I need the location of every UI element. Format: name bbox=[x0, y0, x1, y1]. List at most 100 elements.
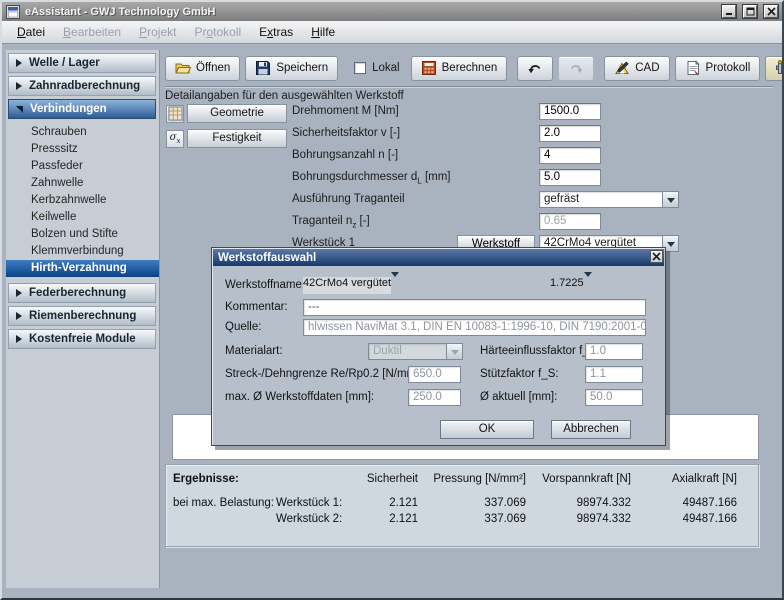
chevron-right-icon bbox=[16, 335, 22, 343]
calculate-button[interactable]: Berechnen bbox=[411, 56, 508, 81]
minimize-button[interactable] bbox=[722, 5, 736, 18]
tool-clamp-icon bbox=[775, 60, 784, 76]
row-label: bei max. Belastung: bbox=[173, 495, 276, 511]
support-factor-input: 1.1 bbox=[585, 366, 643, 383]
chevron-down-icon bbox=[446, 343, 463, 360]
undo-button[interactable] bbox=[517, 56, 553, 81]
material-type-select: Duktil bbox=[368, 343, 463, 360]
close-icon bbox=[767, 7, 776, 16]
safety-factor-input[interactable]: 2.0 bbox=[539, 125, 601, 142]
source-label: Quelle: bbox=[225, 321, 261, 333]
chevron-down-icon bbox=[16, 106, 23, 113]
actual-diameter-label: Ø aktuell [mm]: bbox=[480, 391, 557, 403]
cad-drawing-icon bbox=[614, 60, 630, 76]
sidebar-section-zahnradberechnung[interactable]: Zahnradberechnung bbox=[8, 76, 156, 96]
redo-button bbox=[558, 56, 594, 81]
comment-input[interactable]: --- bbox=[303, 299, 646, 316]
app-icon bbox=[6, 5, 20, 19]
hole-count-input[interactable]: 4 bbox=[539, 147, 601, 164]
chevron-down-icon[interactable] bbox=[662, 191, 679, 208]
material-name-select[interactable]: 42CrMo4 vergütet bbox=[303, 277, 535, 294]
col-sicherheit: Sicherheit bbox=[346, 471, 418, 487]
menu-projekt: Projekt bbox=[130, 22, 185, 42]
calculator-icon bbox=[421, 60, 437, 76]
toolbar: Öffnen Speichern Lokal Berechnen CAD bbox=[165, 55, 774, 81]
hardness-factor-input: 1.0 bbox=[585, 343, 643, 360]
comment-label: Kommentar: bbox=[225, 301, 288, 313]
ok-button[interactable]: OK bbox=[440, 420, 534, 439]
sidebar-item-klemmverbindung[interactable]: Klemmverbindung bbox=[6, 243, 159, 260]
open-button[interactable]: Öffnen bbox=[165, 56, 240, 81]
menu-bearbeiten: Bearbeiten bbox=[54, 22, 130, 42]
chevron-right-icon bbox=[16, 289, 22, 297]
hardness-factor-label: Härteeinflussfaktor f_H: bbox=[480, 345, 600, 357]
torque-label: Drehmoment M [Nm] bbox=[292, 105, 399, 117]
yield-strength-input: 650.0 bbox=[408, 366, 461, 383]
sidebar-item-schrauben[interactable]: Schrauben bbox=[6, 124, 159, 141]
torque-input[interactable]: 1500.0 bbox=[539, 103, 601, 120]
material-name-label: Werkstoffname: bbox=[225, 279, 305, 291]
menu-hilfe[interactable]: Hilfe bbox=[302, 22, 344, 42]
col-axialkraft: Axialkraft [N] bbox=[631, 471, 737, 487]
close-icon bbox=[652, 252, 661, 261]
results-row-werkstueck1: bei max. Belastung: Werkstück 1: 2.121 3… bbox=[166, 495, 758, 511]
document-icon bbox=[685, 60, 701, 76]
settings-button[interactable]: Einstellungen bbox=[765, 56, 784, 81]
dialog-title: Werkstoffauswahl bbox=[218, 252, 316, 264]
hole-diameter-label: Bohrungsdurchmesser dL [mm] bbox=[292, 171, 451, 185]
undo-icon bbox=[527, 60, 543, 76]
sidebar-section-federberechnung[interactable]: Federberechnung bbox=[8, 283, 156, 303]
sidebar-section-kostenfreie-module[interactable]: Kostenfreie Module bbox=[8, 329, 156, 349]
design-select[interactable]: gefräst bbox=[539, 191, 679, 208]
row-name: Werkstück 1: bbox=[276, 495, 346, 511]
col-vorspannkraft: Vorspannkraft [N] bbox=[526, 471, 631, 487]
redo-icon bbox=[568, 60, 584, 76]
floppy-disk-icon bbox=[255, 60, 271, 76]
chevron-down-icon[interactable] bbox=[584, 277, 592, 294]
hole-count-label: Bohrungsanzahl n [-] bbox=[292, 149, 398, 161]
sidebar-item-bolzen-und-stifte[interactable]: Bolzen und Stifte bbox=[6, 226, 159, 243]
hole-diameter-input[interactable]: 5.0 bbox=[539, 169, 601, 186]
sidebar-item-zahnwelle[interactable]: Zahnwelle bbox=[6, 175, 159, 192]
save-button[interactable]: Speichern bbox=[245, 56, 338, 81]
sidebar-item-keilwelle[interactable]: Keilwelle bbox=[6, 209, 159, 226]
support-factor-label: Stützfaktor f_S: bbox=[480, 368, 559, 380]
maximize-button[interactable] bbox=[743, 5, 757, 18]
actual-diameter-input: 50.0 bbox=[585, 389, 643, 406]
sidebar-item-presssitz[interactable]: Presssitz bbox=[6, 141, 159, 158]
local-checkbox-group: Lokal bbox=[348, 62, 406, 74]
sidebar-item-passfeder[interactable]: Passfeder bbox=[6, 158, 159, 175]
bearing-ratio-label: Traganteil nz [-] bbox=[292, 215, 370, 229]
app-window: eAssistant - GWJ Technology GmbH Datei B… bbox=[0, 0, 784, 600]
menu-extras[interactable]: Extras bbox=[250, 22, 302, 42]
local-checkbox[interactable] bbox=[354, 62, 366, 74]
yield-strength-label: Streck-/Dehngrenze Re/Rp0.2 [N/mm²]: bbox=[225, 368, 426, 380]
dialog-close-button[interactable] bbox=[650, 250, 663, 263]
chevron-right-icon bbox=[16, 312, 22, 320]
menu-datei[interactable]: Datei bbox=[8, 22, 54, 42]
window-title: eAssistant - GWJ Technology GmbH bbox=[25, 6, 715, 18]
chevron-down-icon[interactable] bbox=[391, 277, 399, 294]
dialog-titlebar[interactable]: Werkstoffauswahl bbox=[213, 249, 664, 266]
source-input: hlwissen NaviMat 3.1, DIN EN 10083-1:199… bbox=[303, 319, 646, 336]
cad-button[interactable]: CAD bbox=[604, 56, 669, 81]
sidebar: Welle / Lager Zahnradberechnung Verbindu… bbox=[6, 50, 160, 588]
material-type-label: Materialart: bbox=[225, 345, 283, 357]
sidebar-section-verbindungen[interactable]: Verbindungen bbox=[8, 99, 156, 119]
sidebar-section-welle-lager[interactable]: Welle / Lager bbox=[8, 53, 156, 73]
protocol-button[interactable]: Protokoll bbox=[675, 56, 761, 81]
sidebar-item-hirth-verzahnung[interactable]: Hirth-Verzahnung bbox=[6, 260, 159, 277]
row-name: Werkstück 2: bbox=[276, 511, 346, 527]
input-form: Drehmoment M [Nm] 1500.0 Sicherheitsfakt… bbox=[165, 99, 725, 259]
material-number-select[interactable]: 1.7225 bbox=[550, 277, 646, 294]
minimize-icon bbox=[725, 7, 734, 16]
results-row-werkstueck2: Werkstück 2: 2.121 337.069 98974.332 494… bbox=[166, 511, 758, 527]
col-pressung: Pressung [N/mm²] bbox=[418, 471, 526, 487]
cancel-button[interactable]: Abbrechen bbox=[551, 420, 631, 439]
werkstoffauswahl-dialog: Werkstoffauswahl Werkstoffname: 42CrMo4 … bbox=[211, 247, 666, 446]
sidebar-item-kerbzahnwelle[interactable]: Kerbzahnwelle bbox=[6, 192, 159, 209]
sidebar-section-riemenberechnung[interactable]: Riemenberechnung bbox=[8, 306, 156, 326]
section-divider bbox=[165, 86, 773, 87]
close-button[interactable] bbox=[764, 5, 778, 18]
results-title: Ergebnisse: bbox=[173, 471, 276, 487]
